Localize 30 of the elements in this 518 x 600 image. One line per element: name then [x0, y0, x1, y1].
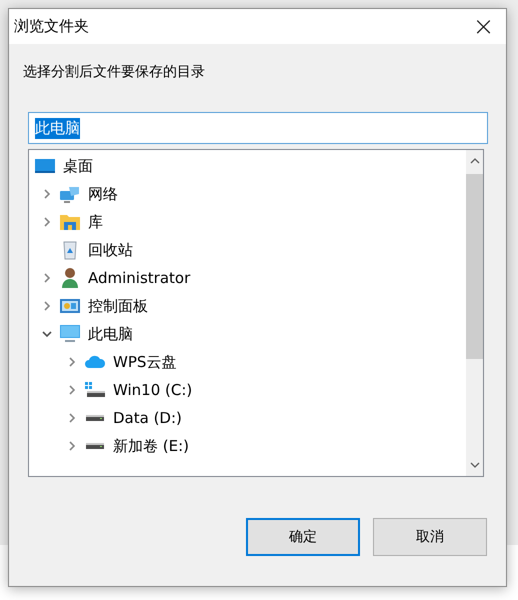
dialog-button[interactable]: 取消 [373, 518, 487, 556]
drive-icon [84, 381, 106, 399]
window-title: 浏览文件夹 [14, 17, 89, 36]
drive-icon [86, 443, 104, 449]
control-panel-icon [59, 296, 81, 316]
tree-item[interactable]: Administrator [29, 264, 466, 292]
tree-item[interactable]: 新加卷 (E:) [29, 432, 466, 460]
scrollbar[interactable] [466, 150, 483, 476]
tree-item[interactable]: 此电脑 [29, 320, 466, 348]
scroll-down-icon[interactable] [470, 462, 480, 468]
tree-item[interactable]: Win10 (C:) [29, 376, 466, 404]
close-button[interactable]: × [461, 9, 506, 44]
user-icon [59, 267, 81, 289]
dialog-button[interactable]: 确定 [246, 518, 360, 556]
tree-item[interactable]: 桌面 [29, 152, 466, 180]
folder-icon [59, 212, 81, 232]
cloud-icon [84, 354, 106, 370]
tree-item[interactable]: 网络 [29, 180, 466, 208]
folder-field[interactable]: 此电脑 [28, 112, 488, 144]
desktop-icon [34, 157, 56, 175]
tree-item[interactable]: 控制面板 [29, 292, 466, 320]
tree-item[interactable]: 库 [29, 208, 466, 236]
network-icon [59, 184, 81, 204]
computer-icon [59, 324, 81, 344]
scroll-up-icon[interactable] [470, 158, 480, 164]
tree-item[interactable]: Data (D:) [29, 404, 466, 432]
tree-item[interactable]: WPS云盘 [29, 348, 466, 376]
tree-item[interactable]: 回收站 [29, 236, 466, 264]
prompt-text: 选择分割后文件要保存的目录 [23, 63, 205, 81]
drive-icon [86, 415, 104, 421]
